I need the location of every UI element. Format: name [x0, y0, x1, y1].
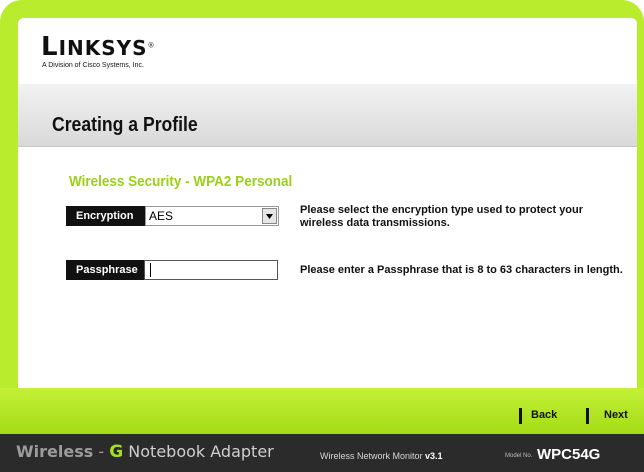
text-caret — [150, 263, 151, 277]
encryption-select[interactable]: AES — [145, 206, 279, 226]
logo-registered-mark: ® — [147, 41, 156, 50]
page-title: Creating a Profile — [52, 114, 198, 136]
model-number: WPC54G — [537, 446, 601, 463]
passphrase-help-text: Please enter a Passphrase that is 8 to 6… — [300, 264, 623, 276]
product-brand: Wireless - G Notebook Adapter — [16, 442, 274, 462]
monitor-text: Wireless Network Monitor — [320, 451, 423, 461]
encryption-help-text: Please select the encryption type used t… — [300, 204, 584, 229]
logo-rest: INKSYS — [58, 36, 148, 60]
passphrase-label: Passphrase — [66, 260, 144, 280]
monitor-version-number: v3.1 — [425, 451, 443, 461]
logo-initial: L — [41, 32, 59, 62]
monitor-version: Wireless Network Monitor v3.1 — [320, 451, 443, 461]
navigation-bar: Back Next — [0, 388, 644, 434]
title-band: Creating a Profile — [18, 84, 637, 146]
linksys-logo: LINKSYS® — [41, 32, 156, 62]
chevron-down-icon — [266, 214, 273, 219]
product-footer: Wireless - G Notebook Adapter Wireless N… — [0, 434, 644, 472]
brand-wireless: Wireless — [16, 442, 94, 461]
brand-dash: - — [98, 442, 105, 461]
encryption-label: Encryption — [66, 206, 145, 226]
brand-product: Notebook Adapter — [128, 442, 274, 461]
logo-area: LINKSYS® A Division of Cisco Systems, In… — [18, 18, 637, 82]
passphrase-input[interactable] — [144, 260, 278, 280]
nav-separator — [586, 408, 589, 424]
logo-tagline: A Division of Cisco Systems, Inc. — [42, 62, 144, 69]
content-panel: LINKSYS® A Division of Cisco Systems, In… — [18, 18, 637, 388]
next-button[interactable]: Next — [604, 409, 628, 421]
section-heading: Wireless Security - WPA2 Personal — [69, 173, 293, 190]
model-label: Model No. — [505, 453, 533, 459]
brand-g: G — [109, 442, 124, 462]
title-divider — [18, 146, 637, 147]
back-button[interactable]: Back — [531, 409, 557, 421]
nav-separator — [519, 408, 522, 424]
encryption-dropdown-button[interactable] — [262, 208, 277, 224]
